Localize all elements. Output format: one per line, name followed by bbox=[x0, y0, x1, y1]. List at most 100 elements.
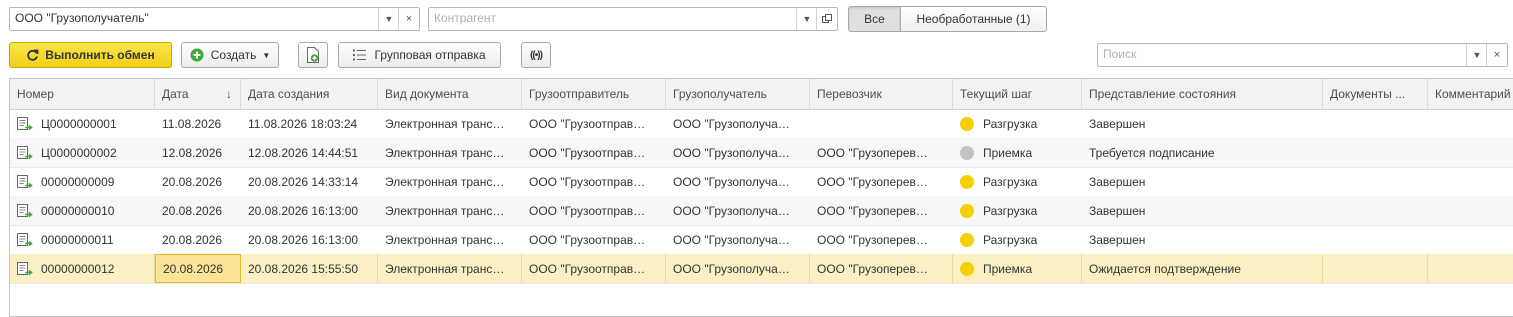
column-number[interactable]: Номер bbox=[10, 79, 155, 109]
cell-step[interactable]: Разгрузка bbox=[953, 225, 1082, 254]
cell-consignee[interactable]: ООО "Грузополуча… bbox=[666, 196, 810, 225]
cell-consignee[interactable]: ООО "Грузополуча… bbox=[666, 167, 810, 196]
cell-consignee[interactable]: ООО "Грузополуча… bbox=[666, 254, 810, 283]
cell-number[interactable]: 00000000010 bbox=[10, 196, 155, 225]
cell-documents[interactable] bbox=[1323, 254, 1428, 283]
table-row[interactable]: 00000000010 20.08.2026 20.08.2026 16:13:00… bbox=[10, 196, 1513, 226]
cell-documents[interactable] bbox=[1323, 138, 1428, 167]
cell-consignee[interactable]: ООО "Грузополуча… bbox=[666, 225, 810, 254]
table-row[interactable]: 00000000012 20.08.2026 20.08.2026 15:55:50… bbox=[10, 254, 1513, 284]
cell-step[interactable]: Приемка bbox=[953, 138, 1082, 167]
cell-date[interactable]: 20.08.2026 bbox=[155, 254, 241, 283]
column-shipper[interactable]: Грузоотправитель bbox=[522, 79, 666, 109]
cell-created[interactable]: 20.08.2026 14:33:14 bbox=[241, 167, 378, 196]
filter-unprocessed-tab[interactable]: Необработанные (1) bbox=[900, 6, 1047, 32]
search-input[interactable]: Поиск ▼ × bbox=[1097, 43, 1508, 67]
cell-comment[interactable] bbox=[1428, 254, 1513, 283]
filter-all-tab[interactable]: Все bbox=[848, 6, 901, 32]
cell-date[interactable]: 11.08.2026 bbox=[155, 109, 241, 138]
column-consignee[interactable]: Грузополучатель bbox=[666, 79, 810, 109]
cell-shipper[interactable]: ООО "Грузоотправ… bbox=[522, 225, 666, 254]
open-icon[interactable] bbox=[816, 8, 837, 30]
cell-comment[interactable] bbox=[1428, 138, 1513, 167]
cell-state[interactable]: Требуется подписание bbox=[1082, 138, 1323, 167]
cell-step[interactable]: Разгрузка bbox=[953, 196, 1082, 225]
cell-documents[interactable] bbox=[1323, 167, 1428, 196]
column-date[interactable]: Дата ↓ bbox=[155, 79, 241, 109]
cell-date[interactable]: 20.08.2026 bbox=[155, 167, 241, 196]
clear-icon[interactable]: × bbox=[1486, 44, 1507, 66]
cell-state[interactable]: Завершен bbox=[1082, 109, 1323, 138]
cell-shipper[interactable]: ООО "Грузоотправ… bbox=[522, 109, 666, 138]
cell-consignee[interactable]: ООО "Грузополуча… bbox=[666, 138, 810, 167]
cell-created[interactable]: 20.08.2026 16:13:00 bbox=[241, 225, 378, 254]
cell-doc-type[interactable]: Электронная транс… bbox=[378, 225, 522, 254]
cell-doc-type[interactable]: Электронная транс… bbox=[378, 254, 522, 283]
table-row[interactable]: 00000000009 20.08.2026 20.08.2026 14:33:14… bbox=[10, 167, 1513, 197]
chevron-down-icon[interactable]: ▼ bbox=[796, 8, 817, 30]
cell-created[interactable]: 11.08.2026 18:03:24 bbox=[241, 109, 378, 138]
cell-carrier[interactable]: ООО "Грузоперев… bbox=[810, 167, 953, 196]
group-send-button[interactable]: Групповая отправка bbox=[338, 42, 501, 68]
chevron-down-icon[interactable]: ▼ bbox=[378, 8, 399, 30]
cell-doc-type[interactable]: Электронная транс… bbox=[378, 138, 522, 167]
cell-doc-type[interactable]: Электронная транс… bbox=[378, 109, 522, 138]
cell-created[interactable]: 20.08.2026 15:55:50 bbox=[241, 254, 378, 283]
cell-carrier[interactable]: ООО "Грузоперев… bbox=[810, 196, 953, 225]
table-row[interactable]: Ц0000000001 11.08.2026 11.08.2026 18:03:24… bbox=[10, 109, 1513, 139]
cell-step[interactable]: Приемка bbox=[953, 254, 1082, 283]
new-document-button[interactable] bbox=[298, 42, 328, 68]
cell-documents[interactable] bbox=[1323, 109, 1428, 138]
cell-shipper[interactable]: ООО "Грузоотправ… bbox=[522, 254, 666, 283]
cell-created[interactable]: 20.08.2026 16:13:00 bbox=[241, 196, 378, 225]
cell-number[interactable]: 00000000012 bbox=[10, 254, 155, 283]
cell-created[interactable]: 12.08.2026 14:44:51 bbox=[241, 138, 378, 167]
cell-doc-type[interactable]: Электронная транс… bbox=[378, 167, 522, 196]
column-doc-type[interactable]: Вид документа bbox=[378, 79, 522, 109]
cell-shipper[interactable]: ООО "Грузоотправ… bbox=[522, 138, 666, 167]
cell-step[interactable]: Разгрузка bbox=[953, 167, 1082, 196]
cell-state[interactable]: Ожидается подтверждение bbox=[1082, 254, 1323, 283]
cell-consignee[interactable]: ООО "Грузополуча… bbox=[666, 109, 810, 138]
counterparty-select[interactable]: Контрагент ▼ bbox=[428, 7, 838, 31]
cell-step[interactable]: Разгрузка bbox=[953, 109, 1082, 138]
documents-table[interactable]: Номер Дата ↓ Дата создания Вид документа… bbox=[9, 78, 1513, 317]
cell-carrier[interactable]: ООО "Грузоперев… bbox=[810, 254, 953, 283]
column-created[interactable]: Дата создания bbox=[241, 79, 378, 109]
exchange-button[interactable]: Выполнить обмен bbox=[9, 42, 172, 68]
cell-number[interactable]: Ц0000000002 bbox=[10, 138, 155, 167]
cell-state[interactable]: Завершен bbox=[1082, 167, 1323, 196]
consignee-select[interactable]: ООО "Грузополучатель" ▼ × bbox=[9, 7, 420, 31]
cell-number[interactable]: Ц0000000001 bbox=[10, 109, 155, 138]
cell-shipper[interactable]: ООО "Грузоотправ… bbox=[522, 196, 666, 225]
cell-shipper[interactable]: ООО "Грузоотправ… bbox=[522, 167, 666, 196]
column-state[interactable]: Представление состояния bbox=[1082, 79, 1323, 109]
cell-state[interactable]: Завершен bbox=[1082, 196, 1323, 225]
cell-number[interactable]: 00000000009 bbox=[10, 167, 155, 196]
cell-state[interactable]: Завершен bbox=[1082, 225, 1323, 254]
cell-carrier[interactable]: ООО "Грузоперев… bbox=[810, 138, 953, 167]
cell-comment[interactable] bbox=[1428, 225, 1513, 254]
cell-date[interactable]: 20.08.2026 bbox=[155, 196, 241, 225]
cell-date[interactable]: 20.08.2026 bbox=[155, 225, 241, 254]
clear-icon[interactable]: × bbox=[398, 8, 419, 30]
column-comment[interactable]: Комментарий bbox=[1428, 79, 1513, 109]
chevron-down-icon[interactable]: ▼ bbox=[1466, 44, 1487, 66]
cell-date[interactable]: 12.08.2026 bbox=[155, 138, 241, 167]
table-row[interactable]: Ц0000000002 12.08.2026 12.08.2026 14:44:51… bbox=[10, 138, 1513, 168]
cell-documents[interactable] bbox=[1323, 196, 1428, 225]
column-documents[interactable]: Документы ... bbox=[1323, 79, 1428, 109]
column-step[interactable]: Текущий шаг bbox=[953, 79, 1082, 109]
cell-comment[interactable] bbox=[1428, 196, 1513, 225]
cell-comment[interactable] bbox=[1428, 167, 1513, 196]
cell-carrier[interactable] bbox=[810, 109, 953, 138]
cell-doc-type[interactable]: Электронная транс… bbox=[378, 196, 522, 225]
create-button[interactable]: Создать ▼ bbox=[181, 42, 279, 68]
cell-documents[interactable] bbox=[1323, 225, 1428, 254]
cell-number[interactable]: 00000000011 bbox=[10, 225, 155, 254]
column-carrier[interactable]: Перевозчик bbox=[810, 79, 953, 109]
table-row[interactable]: 00000000011 20.08.2026 20.08.2026 16:13:00… bbox=[10, 225, 1513, 255]
cell-carrier[interactable]: ООО "Грузоперев… bbox=[810, 225, 953, 254]
cell-comment[interactable] bbox=[1428, 109, 1513, 138]
broadcast-button[interactable]: ((•)) bbox=[521, 42, 551, 68]
